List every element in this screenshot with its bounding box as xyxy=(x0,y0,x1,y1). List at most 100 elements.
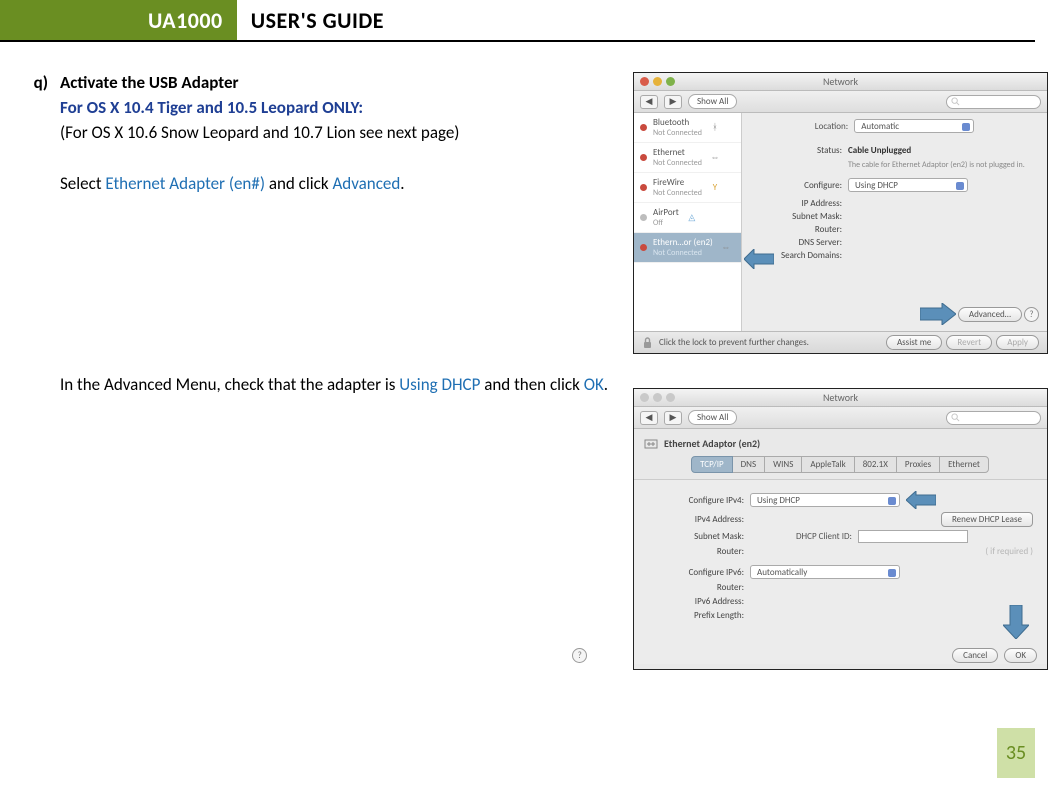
advanced-ref: Advanced xyxy=(332,173,400,194)
field-row: IP Address: xyxy=(752,198,1037,209)
toolbar: ◀ ▶ Show All xyxy=(634,407,1047,429)
step-marker: q) xyxy=(24,72,48,397)
configure-ipv4-select[interactable]: Using DHCP xyxy=(750,493,900,507)
text-fragment: Select xyxy=(60,173,105,194)
field-label: Subnet Mask: xyxy=(752,211,842,222)
sidebar-item-label: Ethern…or (en2)Not Connected xyxy=(653,237,713,258)
interface-sidebar: BluetoothNot Connected ᚼ EthernetNot Conne… xyxy=(634,113,742,353)
dhcp-client-id-label: DHCP Client ID: xyxy=(796,531,852,542)
show-all-button[interactable]: Show All xyxy=(688,94,737,109)
sidebar-item-label: EthernetNot Connected xyxy=(653,147,702,168)
tab-dns[interactable]: DNS xyxy=(732,456,765,473)
wifi-icon: ◬ xyxy=(685,212,699,224)
lock-text: Click the lock to prevent further change… xyxy=(659,337,809,348)
router6-label: Router: xyxy=(648,582,744,593)
brand-label: UA1000 xyxy=(18,0,237,40)
field-row: Subnet Mask: xyxy=(752,211,1037,222)
cancel-button[interactable]: Cancel xyxy=(952,648,998,663)
os-restriction: For OS X 10.4 Tiger and 10.5 Leopard ONL… xyxy=(60,97,619,118)
forward-button[interactable]: ▶ xyxy=(664,411,682,425)
text-fragment: In the Advanced Menu, check that the ada… xyxy=(60,374,399,395)
ipv4-address-label: IPv4 Address: xyxy=(648,514,744,525)
location-select[interactable]: Automatic xyxy=(854,119,974,133)
search-input[interactable] xyxy=(946,95,1041,109)
step-title: Activate the USB Adapter xyxy=(60,72,619,93)
minimize-traffic-light[interactable] xyxy=(653,393,662,402)
screenshot-advanced-tcpip: Network ◀ ▶ Show All Ethernet Adaptor (e… xyxy=(633,388,1048,670)
tab-ethernet[interactable]: Ethernet xyxy=(939,456,989,473)
minimize-traffic-light[interactable] xyxy=(653,77,662,86)
back-button[interactable]: ◀ xyxy=(640,95,658,109)
field-label: Router: xyxy=(752,224,842,235)
zoom-traffic-light[interactable] xyxy=(666,77,675,86)
configure-select[interactable]: Using DHCP xyxy=(848,178,968,192)
if-required-hint: ( if required ) xyxy=(985,546,1033,557)
firewire-icon: Y xyxy=(708,182,722,194)
guide-title: USER'S GUIDE xyxy=(237,0,384,40)
sidebar-item-label: AirPortOff xyxy=(653,207,679,228)
revert-button[interactable]: Revert xyxy=(946,335,992,350)
ethernet-adapter-ref: Ethernet Adapter (en#) xyxy=(105,173,265,194)
status-bullet-icon xyxy=(640,184,647,191)
prefix-length-label: Prefix Length: xyxy=(648,610,744,621)
close-traffic-light[interactable] xyxy=(640,393,649,402)
status-bullet-icon xyxy=(640,214,647,221)
tab-wins[interactable]: WINS xyxy=(764,456,802,473)
window-title: Network xyxy=(634,75,1047,88)
window-titlebar: Network xyxy=(634,389,1047,407)
text-fragment: and click xyxy=(265,173,332,194)
alt-os-note: (For OS X 10.6 Snow Leopard and 10.7 Lio… xyxy=(60,122,619,143)
bluetooth-icon: ᚼ xyxy=(708,122,722,134)
sidebar-item-firewire[interactable]: FireWireNot ConnectedY xyxy=(634,173,741,203)
tab-appletalk[interactable]: AppleTalk xyxy=(801,456,854,473)
field-label: DNS Server: xyxy=(752,237,842,248)
show-all-button[interactable]: Show All xyxy=(688,410,737,425)
header-accent xyxy=(0,0,18,40)
help-button[interactable]: ? xyxy=(1024,307,1039,322)
subnet-mask-label: Subnet Mask: xyxy=(648,531,744,542)
back-button[interactable]: ◀ xyxy=(640,411,658,425)
status-bullet-icon xyxy=(640,244,647,251)
sidebar-item-label: BluetoothNot Connected xyxy=(653,117,702,138)
close-traffic-light[interactable] xyxy=(640,77,649,86)
zoom-traffic-light[interactable] xyxy=(666,393,675,402)
lock-icon[interactable] xyxy=(642,337,653,349)
apply-button[interactable]: Apply xyxy=(996,335,1039,350)
forward-button[interactable]: ▶ xyxy=(664,95,682,109)
toolbar: ◀ ▶ Show All xyxy=(634,91,1047,113)
field-label: IP Address: xyxy=(752,198,842,209)
renew-dhcp-button[interactable]: Renew DHCP Lease xyxy=(941,512,1033,527)
advanced-button[interactable]: Advanced… xyxy=(958,307,1022,322)
tcpip-form: Configure IPv4: Using DHCP IPv4 Address:… xyxy=(634,479,1047,664)
location-label: Location: xyxy=(815,121,848,132)
sidebar-item-ethernet[interactable]: EthernetNot Connected⇔ xyxy=(634,143,741,173)
field-row: DNS Server: xyxy=(752,237,1037,248)
dhcp-client-id-input[interactable] xyxy=(858,530,968,543)
adapter-heading: Ethernet Adaptor (en2) xyxy=(634,435,1047,452)
sidebar-item-bluetooth[interactable]: BluetoothNot Connected ᚼ xyxy=(634,113,741,143)
tab-proxies[interactable]: Proxies xyxy=(896,456,940,473)
tab-bar: TCP/IPDNSWINSAppleTalk802.1XProxiesEther… xyxy=(634,456,1047,473)
router-label: Router: xyxy=(648,546,744,557)
assist-me-button[interactable]: Assist me xyxy=(886,335,942,350)
text-fragment: and then click xyxy=(480,374,583,395)
arrow-callout-icon xyxy=(906,491,936,509)
tab-802-1x[interactable]: 802.1X xyxy=(854,456,897,473)
arrow-callout-icon xyxy=(920,303,956,325)
status-bullet-icon xyxy=(640,154,647,161)
sidebar-item-ethern-or-en2-[interactable]: Ethern…or (en2)Not Connected ⇔ xyxy=(634,233,741,263)
ethernet-icon xyxy=(644,438,658,450)
search-input[interactable] xyxy=(946,411,1041,425)
ipv6-address-label: IPv6 Address: xyxy=(648,596,744,607)
tab-tcp-ip[interactable]: TCP/IP xyxy=(691,456,733,473)
instruction-1: Select Ethernet Adapter (en#) and click … xyxy=(60,171,619,197)
ok-button[interactable]: OK xyxy=(1004,648,1037,663)
window-titlebar: Network xyxy=(634,73,1047,91)
instruction-2: In the Advanced Menu, check that the ada… xyxy=(60,372,619,398)
ethernet-icon: ⇔ xyxy=(719,242,733,254)
status-value: Cable Unplugged xyxy=(848,145,911,156)
configure-ipv6-select[interactable]: Automatically xyxy=(750,565,900,579)
screenshot-network-prefs: Network ◀ ▶ Show All BluetoothNot Connec… xyxy=(633,72,1048,354)
sidebar-item-airport[interactable]: AirPortOff ◬ xyxy=(634,203,741,233)
configure-label: Configure: xyxy=(752,180,842,191)
